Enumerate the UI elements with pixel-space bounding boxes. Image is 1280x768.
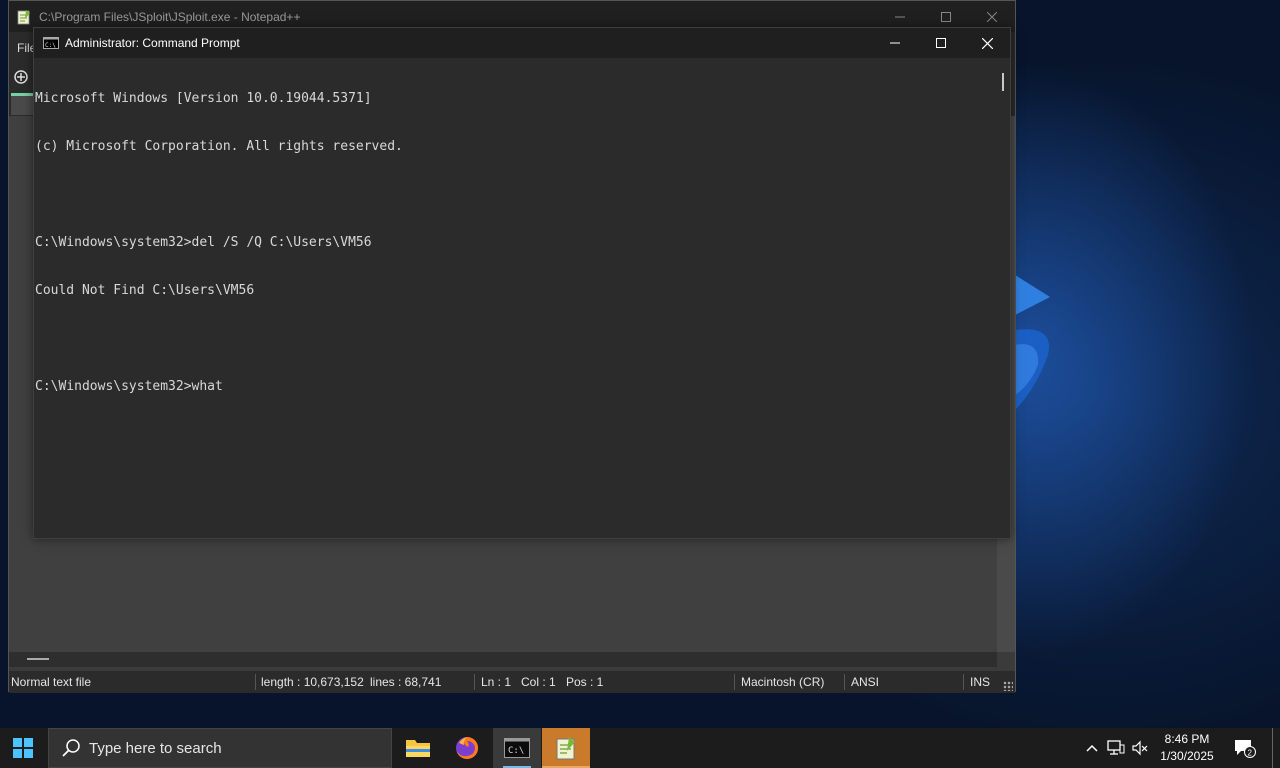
- taskbar-clock[interactable]: 8:46 PM 1/30/2025: [1150, 731, 1224, 765]
- status-mode[interactable]: INS: [970, 675, 990, 689]
- cmd-close-button[interactable]: [964, 28, 1010, 58]
- search-icon: [62, 739, 80, 757]
- command-prompt-title: Administrator: Command Prompt: [65, 36, 240, 50]
- command-prompt-scrollbar[interactable]: [996, 58, 1010, 538]
- status-separator: [963, 674, 964, 690]
- notification-center-button[interactable]: 2: [1230, 728, 1260, 768]
- notepadpp-icon: [17, 9, 30, 24]
- maximize-icon: [936, 38, 946, 48]
- console-input-line[interactable]: C:\Windows\system32>what: [35, 379, 996, 395]
- status-file-type: Normal text file: [11, 675, 92, 689]
- notification-count: 2: [1248, 749, 1253, 758]
- status-lines: lines : 68,741: [370, 675, 442, 689]
- command-prompt-window[interactable]: C:\ Administrator: Command Prompt Micros…: [33, 27, 1011, 539]
- horizontal-scroll-thumb[interactable]: [27, 658, 49, 660]
- taskbar-command-prompt[interactable]: C:\: [493, 728, 541, 768]
- scroll-thumb[interactable]: [1002, 73, 1004, 91]
- windows-logo-icon: [13, 738, 33, 758]
- status-pos: Pos : 1: [566, 675, 604, 689]
- network-icon: [1107, 740, 1125, 755]
- command-prompt-icon-text: C:\: [45, 42, 56, 49]
- taskbar: Type here to search C:\ 8:46 PM 1/30/202…: [0, 728, 1280, 768]
- clock-time: 8:46 PM: [1164, 732, 1210, 746]
- console-line: Could Not Find C:\Users\VM56: [35, 283, 255, 298]
- status-separator: [255, 674, 256, 690]
- status-length: length : 10,673,152: [261, 675, 364, 689]
- notification-icon: 2: [1235, 740, 1256, 758]
- command-prompt-titlebar[interactable]: C:\ Administrator: Command Prompt: [34, 28, 1010, 58]
- start-button[interactable]: [0, 728, 46, 768]
- show-desktop-button[interactable]: [1272, 728, 1273, 768]
- taskbar-notepadpp[interactable]: [542, 728, 590, 768]
- volume-button[interactable]: [1128, 728, 1152, 768]
- notepadpp-file-tab[interactable]: [11, 93, 33, 115]
- command-prompt-icon: C:\: [504, 738, 530, 758]
- status-ln: Ln : 1: [481, 675, 512, 689]
- minimize-icon: [895, 16, 905, 17]
- console-line: Microsoft Windows [Version 10.0.19044.53…: [35, 91, 372, 106]
- console-line: C:\Windows\system32>del /S /Q C:\Users\V…: [35, 235, 372, 250]
- taskbar-firefox[interactable]: [443, 728, 491, 768]
- status-eol[interactable]: Macintosh (CR): [741, 675, 824, 689]
- maximize-icon: [941, 11, 951, 22]
- close-icon: [987, 11, 997, 22]
- command-prompt-console[interactable]: Microsoft Windows [Version 10.0.19044.53…: [34, 58, 996, 538]
- minimize-icon: [890, 42, 900, 44]
- taskbar-cmd-icon-text: C:\: [508, 746, 524, 756]
- notepadpp-title: C:\Program Files\JSploit\JSploit.exe - N…: [39, 9, 301, 24]
- cmd-maximize-button[interactable]: [918, 28, 964, 58]
- status-separator: [844, 674, 845, 690]
- folder-icon: [406, 740, 430, 757]
- notepadpp-icon: [556, 737, 575, 760]
- console-line: (c) Microsoft Corporation. All rights re…: [35, 139, 403, 154]
- resize-grip-icon[interactable]: [1003, 681, 1013, 691]
- notepadpp-statusbar: Normal text file length : 10,673,152 lin…: [9, 671, 1015, 693]
- command-prompt-icon: C:\: [43, 37, 59, 49]
- notepadpp-horizontal-scrollbar[interactable]: [9, 652, 997, 667]
- status-separator: [734, 674, 735, 690]
- chevron-up-icon: [1086, 744, 1098, 752]
- status-encoding[interactable]: ANSI: [851, 675, 879, 689]
- network-button[interactable]: [1104, 728, 1128, 768]
- taskbar-search-box[interactable]: Type here to search: [48, 728, 392, 768]
- status-col: Col : 1: [521, 675, 556, 689]
- close-icon: [981, 37, 993, 49]
- show-hidden-icons-button[interactable]: [1082, 728, 1102, 768]
- taskbar-file-explorer[interactable]: [394, 728, 442, 768]
- speaker-muted-icon: [1132, 740, 1148, 756]
- search-placeholder: Type here to search: [89, 739, 222, 757]
- cmd-minimize-button[interactable]: [872, 28, 918, 58]
- firefox-icon: [456, 736, 479, 759]
- status-separator: [474, 674, 475, 690]
- clock-date: 1/30/2025: [1160, 749, 1214, 763]
- new-file-icon[interactable]: [13, 69, 29, 85]
